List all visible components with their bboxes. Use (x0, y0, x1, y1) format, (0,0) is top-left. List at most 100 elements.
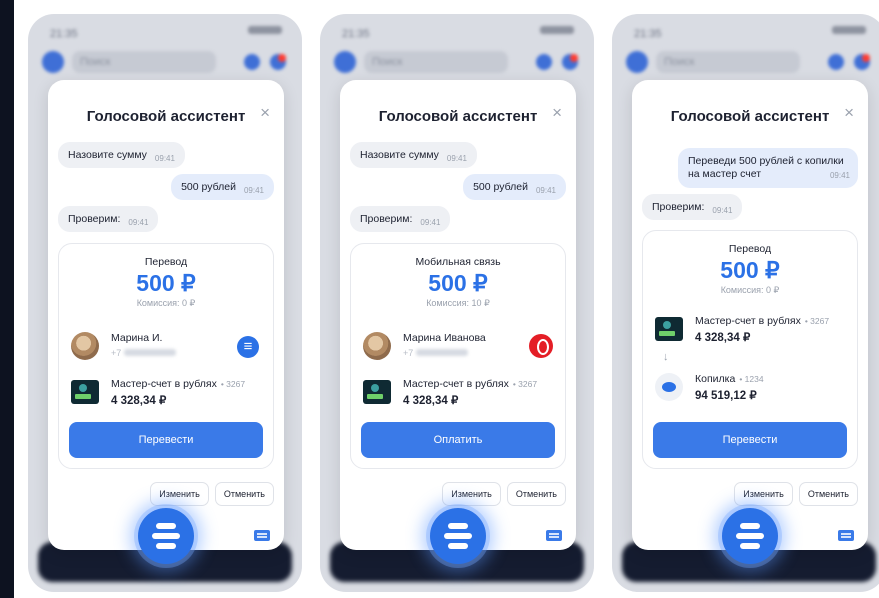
app-topbar: Поиск (334, 48, 580, 78)
assistant-sheet: Голосовой ассистент × Переведи 500 рубле… (632, 80, 868, 550)
account-label: Мастер-счет в рублях (403, 378, 509, 390)
recipient-phone: +7 (111, 348, 177, 358)
account-mask: • 3267 (804, 316, 830, 326)
status-time: 21:35 (634, 28, 662, 40)
message-time: 09:41 (829, 171, 850, 180)
amount-value: 500 ₽ (720, 257, 780, 283)
assistant-message: Проверим: 09:41 (350, 206, 451, 232)
search-input[interactable]: Поиск (364, 51, 508, 73)
wave-bar (448, 523, 468, 529)
message-time: 09:41 (154, 154, 175, 163)
recipient-name: Марина Иванова (403, 332, 486, 344)
search-input[interactable]: Поиск (656, 51, 800, 73)
account-label: Копилка (695, 373, 736, 385)
amount-value: 500 ₽ (428, 270, 488, 296)
avatar (626, 51, 648, 73)
message-text: Переведи 500 рублей с копилки на мастер … (688, 155, 844, 180)
edit-button[interactable]: Изменить (442, 482, 501, 506)
chat-icon (562, 54, 578, 70)
source-account-row[interactable]: Мастер-счет в рублях • 3267 4 328,34 ₽ (71, 376, 261, 410)
account-name: Мастер-счет в рублях • 3267 (403, 378, 537, 390)
cancel-button[interactable]: Отменить (506, 482, 566, 506)
phone-screen-savings-transfer: 21:35 Поиск Голосовой ассистент × Переве… (612, 14, 879, 592)
account-balance: 4 328,34 ₽ (403, 395, 459, 407)
card-heading: Перевод (728, 243, 772, 255)
transfer-button[interactable]: Перевести (69, 422, 263, 458)
wave-bar (152, 533, 180, 539)
recipient-row[interactable]: Марина Иванова +7 (363, 330, 553, 364)
account-label: Мастер-счет в рублях (695, 315, 801, 327)
keyboard-icon[interactable] (546, 530, 562, 541)
piggy-bank-icon (655, 373, 683, 401)
recipient-name: Марина И. (111, 332, 163, 344)
fee-text: Комиссия: 10 ₽ (426, 298, 490, 308)
status-time: 21:35 (342, 28, 370, 40)
avatar (42, 51, 64, 73)
card-icon (363, 380, 391, 404)
phone-hidden (416, 349, 469, 356)
sheet-title: Голосовой ассистент (86, 108, 246, 125)
card-icon (655, 317, 683, 341)
status-bar: 21:35 (342, 24, 574, 40)
message-text: Проверим: (360, 213, 413, 225)
keyboard-icon[interactable] (838, 530, 854, 541)
phone-hidden (124, 349, 177, 356)
recipient-avatar (71, 332, 99, 360)
message-text: 500 рублей (181, 181, 236, 193)
app-topbar: Поиск (626, 48, 872, 78)
wave-bar (156, 523, 176, 529)
voice-assistant-button[interactable] (722, 508, 778, 564)
arrow-down-icon: ↓ (663, 351, 669, 363)
message-time: 09:41 (128, 218, 149, 227)
destination-account-row[interactable]: Копилка • 1234 94 519,12 ₽ (655, 371, 845, 405)
badge-dot (570, 54, 578, 62)
amount-value: 500 ₽ (136, 270, 196, 296)
transfer-button[interactable]: Перевести (653, 422, 847, 458)
keyboard-icon[interactable] (254, 530, 270, 541)
pay-button[interactable]: Оплатить (361, 422, 555, 458)
account-mask: • 1234 (739, 374, 764, 384)
account-mask: • 3267 (220, 379, 246, 389)
message-time: 09:41 (446, 154, 467, 163)
message-text: Назовите сумму (68, 149, 147, 161)
close-icon[interactable]: × (260, 103, 270, 123)
close-icon[interactable]: × (844, 103, 854, 123)
notification-icon (536, 54, 552, 70)
edit-button[interactable]: Изменить (734, 482, 793, 506)
user-message: 500 рублей 09:41 (171, 174, 274, 200)
user-message: Переведи 500 рублей с копилки на мастер … (678, 148, 858, 188)
battery-icon (248, 26, 282, 34)
edit-button[interactable]: Изменить (150, 482, 209, 506)
status-time: 21:35 (50, 28, 78, 40)
user-message: 500 рублей 09:41 (463, 174, 566, 200)
chat-icon (854, 54, 870, 70)
source-account-row[interactable]: Мастер-счет в рублях • 3267 4 328,34 ₽ (363, 376, 553, 410)
action-buttons: Изменить Отменить (442, 482, 566, 506)
account-label: Мастер-счет в рублях (111, 378, 217, 390)
account-mask: • 3267 (512, 379, 538, 389)
payment-card: Перевод 500 ₽ Комиссия: 0 ₽ Мастер-счет … (642, 230, 858, 469)
badge-dot (862, 54, 870, 62)
cancel-button[interactable]: Отменить (798, 482, 858, 506)
action-buttons: Изменить Отменить (734, 482, 858, 506)
message-time: 09:41 (243, 186, 264, 195)
source-account-row[interactable]: Мастер-счет в рублях • 3267 4 328,34 ₽ (655, 313, 845, 347)
notification-icon (244, 54, 260, 70)
recipient-row[interactable]: Марина И. +7 (71, 330, 261, 364)
search-input[interactable]: Поиск (72, 51, 216, 73)
cancel-button[interactable]: Отменить (214, 482, 274, 506)
notification-icon (828, 54, 844, 70)
payment-card: Мобильная связь 500 ₽ Комиссия: 10 ₽ Мар… (350, 243, 566, 469)
card-heading: Мобильная связь (415, 256, 501, 268)
wave-bar (740, 523, 760, 529)
canvas: 21:35 Поиск Голосовой ассистент × Назови… (14, 0, 879, 598)
operator-logo-icon (529, 334, 553, 358)
sheet-title: Голосовой ассистент (670, 108, 830, 125)
bank-logo-icon (237, 336, 259, 358)
voice-assistant-button[interactable] (138, 508, 194, 564)
voice-assistant-button[interactable] (430, 508, 486, 564)
close-icon[interactable]: × (552, 103, 562, 123)
phone-prefix: +7 (111, 348, 122, 358)
sheet-title: Голосовой ассистент (378, 108, 538, 125)
status-bar: 21:35 (50, 24, 282, 40)
